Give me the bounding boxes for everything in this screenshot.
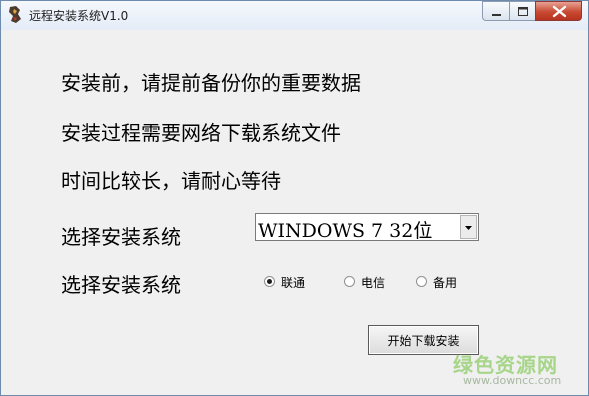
- select-network-label: 选择安装系统: [61, 273, 181, 297]
- backup-notice: 安装前，请提前备份你的重要数据: [61, 71, 361, 95]
- app-icon: [7, 6, 23, 24]
- maximize-icon: [518, 7, 528, 16]
- watermark: 绿色资源网 www.downcc.com: [453, 349, 573, 391]
- radio-circle[interactable]: [416, 276, 427, 287]
- title-bar[interactable]: 远程安装系统V1.0: [1, 1, 588, 30]
- minimize-icon: [492, 14, 501, 16]
- system-select-value: WINDOWS 7 32位: [258, 220, 433, 242]
- radio-label: 电信: [361, 276, 386, 290]
- download-notice: 安装过程需要网络下载系统文件: [61, 121, 341, 145]
- close-icon: [552, 5, 567, 18]
- minimize-button[interactable]: [482, 1, 509, 21]
- radio-circle[interactable]: [264, 276, 275, 287]
- app-window: 远程安装系统V1.0 安装前，请提前备份你的重要数据 安装过程需要网络下载系统文…: [0, 0, 589, 396]
- radio-label: 联通: [281, 276, 306, 290]
- radio-selected-dot: [267, 279, 272, 284]
- radio-circle[interactable]: [344, 276, 355, 287]
- radio-label: 备用: [433, 276, 458, 290]
- watermark-url: www.downcc.com: [463, 374, 562, 387]
- client-area: 安装前，请提前备份你的重要数据 安装过程需要网络下载系统文件 时间比较长，请耐心…: [9, 31, 582, 389]
- close-button[interactable]: [535, 1, 582, 21]
- window-title: 远程安装系统V1.0: [29, 9, 129, 23]
- system-select[interactable]: WINDOWS 7 32位: [255, 213, 479, 242]
- dropdown-arrow-icon[interactable]: [460, 215, 477, 239]
- maximize-button[interactable]: [509, 1, 535, 21]
- wait-notice: 时间比较长，请耐心等待: [61, 169, 281, 193]
- select-system-label: 选择安装系统: [61, 225, 181, 249]
